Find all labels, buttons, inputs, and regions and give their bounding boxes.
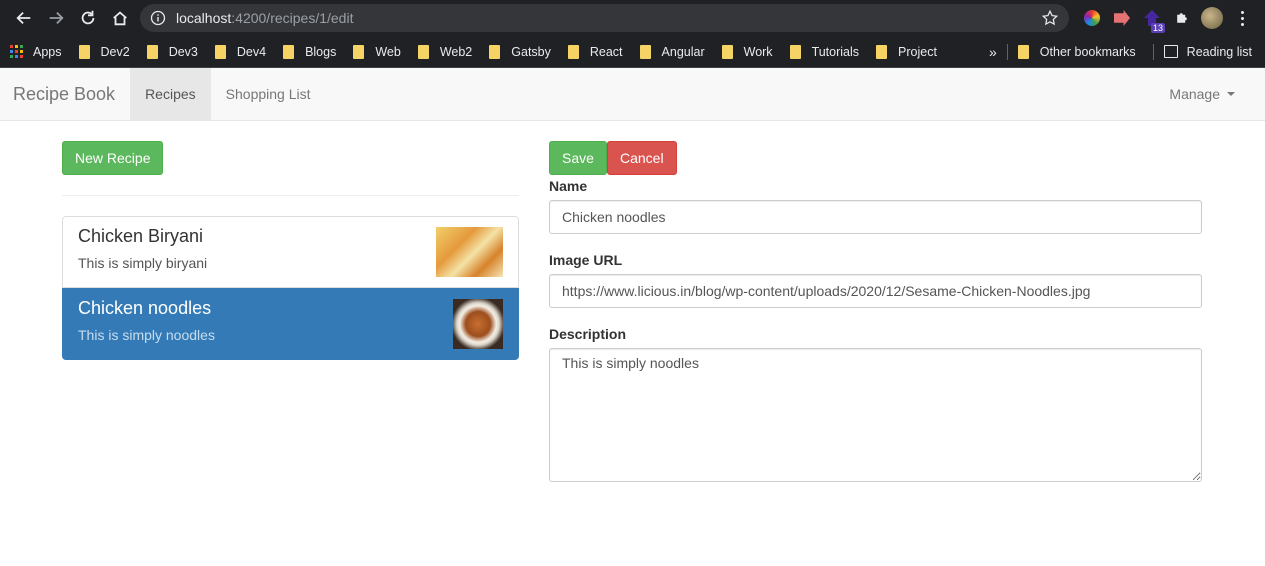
folder-icon [567, 44, 579, 59]
info-icon[interactable] [150, 10, 166, 26]
bookmark-label: Dev2 [100, 44, 130, 59]
bookmark-label: Dev4 [236, 44, 267, 59]
extension-arrow-icon[interactable] [1107, 0, 1137, 36]
bookmark-label: React [589, 44, 623, 59]
other-bookmarks[interactable]: Other bookmarks [1017, 44, 1136, 59]
image-url-input[interactable] [549, 274, 1202, 308]
apps-shortcut[interactable]: Apps [10, 45, 62, 59]
home-icon [113, 11, 127, 26]
bookmark-label: Angular [661, 44, 705, 59]
description-label: Description [549, 326, 627, 342]
bookmarks-bar: Apps Dev2 Dev3 Dev4 Blogs Web Web2 Gatsb… [0, 36, 1265, 68]
arrow-right-icon [49, 11, 64, 25]
bookmark-label: Project [898, 44, 937, 59]
main-content: New Recipe Chicken Biryani This is simpl… [0, 121, 1265, 565]
bookmark-folder[interactable]: Blogs [283, 44, 337, 59]
folder-icon [417, 44, 429, 59]
recipe-thumbnail [453, 299, 503, 349]
recipe-list: Chicken Biryani This is simply biryani C… [62, 216, 519, 360]
extension-badge-icon[interactable]: 13 [1137, 0, 1167, 36]
folder-icon [1017, 44, 1029, 59]
folder-icon [283, 44, 295, 59]
bookmark-label: Tutorials [811, 44, 860, 59]
reading-list[interactable]: Reading list [1163, 44, 1252, 59]
bookmark-label: Blogs [305, 44, 337, 59]
extensions-puzzle-icon[interactable] [1167, 0, 1197, 36]
extension-color-icon[interactable] [1077, 0, 1107, 36]
bookmarks-right: » Other bookmarks Reading list [989, 43, 1255, 60]
arrow-left-icon [16, 11, 31, 25]
manage-label: Manage [1169, 86, 1220, 102]
browser-menu-button[interactable] [1227, 0, 1257, 36]
recipe-description: This is simply noodles [78, 327, 215, 343]
url-host: localhost [176, 10, 232, 26]
recipe-thumbnail [436, 227, 503, 277]
extension-badge-count: 13 [1150, 23, 1165, 33]
folder-icon [876, 44, 888, 59]
more-vertical-icon [1230, 10, 1254, 26]
bookmark-folder[interactable]: Angular [639, 44, 705, 59]
bookmark-label: Gatsby [511, 44, 551, 59]
address-bar[interactable]: localhost:4200/recipes/1/edit [140, 4, 1069, 32]
folder-icon [489, 44, 501, 59]
divider [62, 195, 519, 196]
bookmark-label: Web2 [439, 44, 473, 59]
reload-icon [81, 10, 95, 25]
apps-label: Apps [33, 44, 62, 59]
url-path: :4200/recipes/1/edit [231, 10, 354, 26]
folder-icon [146, 44, 158, 59]
bookmark-folder[interactable]: Web2 [417, 44, 473, 59]
bookmark-folder[interactable]: Work [721, 44, 773, 59]
reload-button[interactable] [72, 0, 104, 36]
cancel-button[interactable]: Cancel [607, 141, 677, 175]
apps-grid-icon [10, 45, 23, 58]
folder-icon [78, 44, 90, 59]
home-button[interactable] [104, 0, 136, 36]
bookmark-folder[interactable]: Gatsby [489, 44, 551, 59]
bookmark-folder[interactable]: Project [876, 44, 937, 59]
bookmark-label: Dev3 [168, 44, 198, 59]
bookmark-label: Work [743, 44, 773, 59]
manage-dropdown[interactable]: Manage [1154, 68, 1265, 120]
reading-list-label: Reading list [1186, 44, 1252, 59]
nav-shopping-list[interactable]: Shopping List [211, 68, 326, 120]
folder-icon [353, 44, 365, 59]
image-url-label: Image URL [549, 252, 623, 268]
folder-icon [789, 44, 801, 59]
name-label: Name [549, 178, 588, 194]
browser-toolbar: localhost:4200/recipes/1/edit 13 [0, 0, 1265, 36]
bookmark-folder[interactable]: Web [353, 44, 401, 59]
new-recipe-button[interactable]: New Recipe [62, 141, 164, 175]
bookmark-folder[interactable]: Dev4 [214, 44, 267, 59]
bookmark-folder[interactable]: Tutorials [789, 44, 860, 59]
back-button[interactable] [8, 0, 40, 36]
bookmark-label: Web [375, 44, 401, 59]
reading-list-icon [1163, 45, 1178, 58]
other-bookmarks-label: Other bookmarks [1039, 44, 1136, 59]
bookmark-folder[interactable]: React [567, 44, 623, 59]
profile-avatar[interactable] [1197, 0, 1227, 36]
forward-button[interactable] [40, 0, 72, 36]
bookmarks-divider [1152, 43, 1154, 60]
bookmark-star-icon[interactable] [1041, 9, 1059, 27]
description-textarea[interactable]: This is simply noodles [549, 348, 1202, 482]
recipe-name: Chicken noodles [78, 298, 212, 318]
brand[interactable]: Recipe Book [0, 68, 130, 120]
folder-icon [721, 44, 733, 59]
save-button[interactable]: Save [549, 141, 607, 175]
bookmark-folder[interactable]: Dev3 [146, 44, 198, 59]
bookmark-folder[interactable]: Dev2 [78, 44, 130, 59]
folder-icon [214, 44, 226, 59]
folder-icon [639, 44, 651, 59]
caret-down-icon [1227, 92, 1235, 96]
app-navbar: Recipe Book Recipes Shopping List Manage [0, 68, 1265, 121]
bookmarks-overflow-button[interactable]: » [989, 44, 997, 60]
recipe-item-active[interactable]: Chicken noodles This is simply noodles [62, 288, 519, 360]
bookmarks-divider [1006, 43, 1008, 60]
nav-recipes[interactable]: Recipes [130, 68, 211, 120]
name-input[interactable] [549, 200, 1202, 234]
recipe-item[interactable]: Chicken Biryani This is simply biryani [62, 216, 519, 288]
